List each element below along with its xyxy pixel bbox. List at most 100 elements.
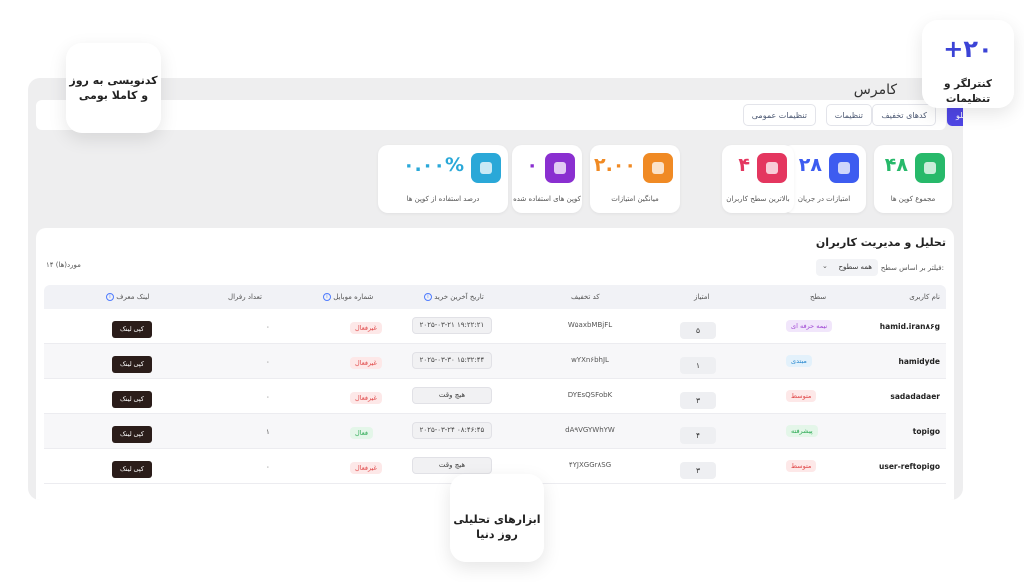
stat-value: ۲۸ bbox=[798, 154, 822, 176]
col-score: امتیاز bbox=[694, 293, 710, 301]
info-icon[interactable]: i bbox=[106, 293, 114, 301]
level-badge: متوسط bbox=[786, 460, 817, 472]
score-field[interactable]: ۵ bbox=[680, 322, 716, 339]
stat-label: میانگین امتیازات bbox=[611, 195, 659, 203]
stat-value: ۲.۰۰ bbox=[593, 154, 636, 176]
mobile-status-badge: غیرفعال bbox=[350, 357, 382, 369]
col-username: نام کاربری bbox=[909, 293, 940, 301]
stat-card-coupon-usage-percent: ۰.۰۰% درصد استفاده از کوپن ها bbox=[378, 145, 508, 213]
callout-modern-code: کدنویسی به روز و کاملا بومی bbox=[66, 43, 161, 133]
users-card: تحلیل و مدیریت کاربران فیلتر بر اساس سطح… bbox=[36, 228, 954, 500]
cell-last-purchase: هیچ وقت bbox=[412, 457, 492, 474]
stat-value: ۰.۰۰% bbox=[402, 154, 464, 176]
table-header: نام کاربری سطح امتیاز کد تخفیف i تاریخ آ… bbox=[44, 285, 946, 309]
score-field[interactable]: ۴ bbox=[680, 427, 716, 444]
filter-label: فیلتر بر اساس سطح: bbox=[880, 264, 944, 272]
stat-value: ۴۸ bbox=[884, 154, 908, 176]
level-filter-select[interactable]: همه سطوح ⌄ bbox=[816, 259, 878, 276]
cell-referrals: ۰ bbox=[266, 358, 270, 366]
tab-settings[interactable]: تنظیمات bbox=[825, 104, 872, 126]
stat-label: امتیازات در جریان bbox=[797, 195, 851, 203]
cell-username: hamidyde bbox=[898, 357, 941, 366]
col-mobile-label: شماره موبایل bbox=[333, 293, 374, 301]
table-row: sadadadaer متوسط ۳ DYEsQSFobK هیچ وقت غیرفعال… bbox=[44, 379, 946, 414]
cell-last-purchase: ۲۰۲۵-۰۳-۲۴ ۰۸:۴۶:۴۵ bbox=[412, 422, 492, 439]
percent-icon bbox=[915, 153, 945, 183]
stat-value: ۰ bbox=[526, 154, 538, 176]
col-last-purchase: i تاریخ آخرین خرید bbox=[422, 293, 484, 301]
results-count: ۱۴ مورد(ها) bbox=[46, 261, 81, 269]
stat-card-used-coupons: ۰ کوپن های استفاده شده bbox=[512, 145, 582, 213]
percent-icon bbox=[471, 153, 501, 183]
cell-discount-code: wYXn۶bhJL bbox=[571, 356, 609, 364]
mobile-status-badge: غیرفعال bbox=[350, 392, 382, 404]
users-title: تحلیل و مدیریت کاربران bbox=[815, 236, 946, 249]
callout-settings-count: +۲۰ کنترلگر و تنظیمات bbox=[922, 20, 1014, 108]
cell-referrals: ۱ bbox=[266, 428, 270, 436]
copy-link-button[interactable]: کپی لینک bbox=[112, 321, 152, 338]
col-last-purchase-label: تاریخ آخرین خرید bbox=[434, 293, 484, 301]
info-icon[interactable]: i bbox=[424, 293, 432, 301]
col-referrals: تعداد رفرال bbox=[228, 293, 262, 301]
filter-value: همه سطوح bbox=[838, 263, 872, 271]
stat-label: بالاترین سطح کاربران bbox=[726, 195, 790, 203]
cell-username: user-reftopigo bbox=[879, 462, 940, 471]
mobile-status-badge: غیرفعال bbox=[350, 462, 382, 474]
copy-link-button[interactable]: کپی لینک bbox=[112, 391, 152, 408]
stat-value: ۴ bbox=[738, 154, 750, 176]
level-icon bbox=[757, 153, 787, 183]
chart-icon bbox=[643, 153, 673, 183]
table-row: topigo پیشرفته ۴ dA۹VGYWhYW ۲۰۲۵-۰۳-۲۴ ۰۸:۴۶… bbox=[44, 414, 946, 449]
level-badge: مبتدی bbox=[786, 355, 812, 367]
cell-username: sadadadaer bbox=[890, 392, 940, 401]
col-ref-link: i لینک معرف bbox=[104, 293, 149, 301]
col-ref-link-label: لینک معرف bbox=[116, 293, 150, 301]
col-level: سطح bbox=[810, 293, 827, 301]
cell-referrals: ۰ bbox=[266, 393, 270, 401]
cell-referrals: ۰ bbox=[266, 463, 270, 471]
cell-username: hamid.iran۸۶g bbox=[879, 322, 940, 331]
level-badge: پیشرفته bbox=[786, 425, 818, 437]
tab-general-settings[interactable]: تنظیمات عمومی bbox=[742, 104, 816, 126]
coupon-icon bbox=[545, 153, 575, 183]
table-row: hamidyde مبتدی ۱ wYXn۶bhJL ۲۰۲۵-۰۳-۳۰ ۱۵:۳۲:… bbox=[44, 344, 946, 379]
stat-card-total-coupons: ۴۸ مجموع کوپن ها bbox=[874, 145, 952, 213]
level-badge: نیمه حرفه ای bbox=[786, 320, 833, 332]
copy-link-button[interactable]: کپی لینک bbox=[112, 426, 152, 443]
cell-discount-code: dA۹VGYWhYW bbox=[565, 426, 615, 434]
mobile-status-badge: غیرفعال bbox=[350, 322, 382, 334]
page-title: کامرس bbox=[853, 82, 897, 98]
col-mobile: i شماره موبایل bbox=[321, 293, 373, 301]
pointer-icon bbox=[829, 153, 859, 183]
level-badge: متوسط bbox=[786, 390, 817, 402]
cell-referrals: ۰ bbox=[266, 323, 270, 331]
callout-big-number: +۲۰ bbox=[943, 35, 993, 63]
score-field[interactable]: ۳ bbox=[680, 392, 716, 409]
copy-link-button[interactable]: کپی لینک bbox=[112, 461, 152, 478]
cell-last-purchase: ۲۰۲۵-۰۳-۲۱ ۱۹:۲۲:۲۱ bbox=[412, 317, 492, 334]
copy-link-button[interactable]: کپی لینک bbox=[112, 356, 152, 373]
callout-caption: کنترلگر و تنظیمات bbox=[944, 78, 992, 105]
score-field[interactable]: ۱ bbox=[680, 357, 716, 374]
tab-discount-codes[interactable]: کدهای تخفیف bbox=[872, 104, 936, 126]
col-code: کد تخفیف bbox=[571, 293, 600, 301]
stat-card-average-points: ۲.۰۰ میانگین امتیازات bbox=[590, 145, 680, 213]
cell-discount-code: DYEsQSFobK bbox=[567, 391, 613, 399]
cell-discount-code: W۵axbMBjFL bbox=[567, 321, 613, 329]
stat-label: درصد استفاده از کوپن ها bbox=[406, 195, 480, 203]
chevron-down-icon: ⌄ bbox=[822, 262, 828, 270]
stat-label: کوپن های استفاده شده bbox=[513, 195, 581, 203]
cell-discount-code: ۴YJXGGr۸SG bbox=[568, 461, 612, 469]
admin-panel: کامرس تنظیمات عمومی تنظیمات کدهای تخفیف … bbox=[28, 78, 963, 500]
score-field[interactable]: ۳ bbox=[680, 462, 716, 479]
cell-last-purchase: ۲۰۲۵-۰۳-۳۰ ۱۵:۳۲:۴۴ bbox=[412, 352, 492, 369]
info-icon[interactable]: i bbox=[323, 293, 331, 301]
callout-analytics-tools: ابزارهای تحلیلی روز دنیا bbox=[450, 474, 544, 562]
stat-card-points-in-progress: ۲۸ امتیازات در جریان bbox=[782, 145, 866, 213]
stat-card-top-level: ۴ بالاترین سطح کاربران bbox=[722, 145, 794, 213]
stat-label: مجموع کوپن ها bbox=[890, 195, 936, 203]
cell-last-purchase: هیچ وقت bbox=[412, 387, 492, 404]
tab-bar: تنظیمات عمومی تنظیمات کدهای تخفیف بلو bbox=[36, 100, 963, 130]
cell-username: topigo bbox=[912, 427, 940, 436]
mobile-status-badge: فعال bbox=[350, 427, 373, 439]
